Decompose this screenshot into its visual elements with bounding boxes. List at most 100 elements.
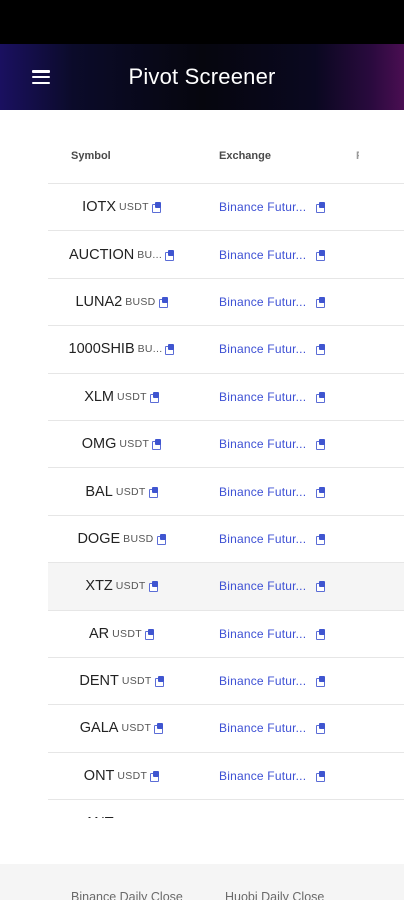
external-link-icon[interactable] [316,628,326,640]
table-row[interactable]: ANTUSDT Binance Futur... [48,800,404,818]
quote-asset: USDT [117,769,148,782]
external-link-icon[interactable] [149,391,160,403]
external-link-icon[interactable] [316,296,326,308]
external-link-icon[interactable] [316,676,326,688]
symbol-cell: BAL USDT [48,468,196,514]
table-row[interactable]: XTZ USDT Binance Futur... [48,563,404,611]
quote-asset: USDT [115,485,146,498]
symbol-cell: ONT USDT [48,753,196,799]
external-link-icon[interactable] [165,249,175,261]
exchange-cell: Binance Futur... [219,753,326,799]
external-link-icon[interactable] [316,391,326,403]
tab-binance-daily-close[interactable]: Binance Daily Close [71,890,183,900]
symbol-cell: OMG USDT [48,421,196,467]
symbol-name: IOTX [82,199,117,216]
status-bar [0,0,404,44]
external-link-icon[interactable] [158,296,169,308]
column-header-exchange[interactable]: Exchange [219,150,271,162]
exchange-cell: Binance Futur... [219,516,326,562]
symbol-name: OMG [81,436,117,453]
table-row[interactable]: DOGE BUSD Binance Futur... [48,516,404,564]
table-row[interactable]: ONT USDT Binance Futur... [48,753,404,801]
exchange-link[interactable]: Binance Futur... [219,769,311,783]
table-row[interactable]: AR USDT Binance Futur... [48,611,404,658]
symbol-cell: IOTX USDT [48,184,196,230]
quote-asset: USDT [117,390,147,403]
symbol-name: DOGE [77,530,121,547]
exchange-cell: Binance Futur... [219,374,326,420]
table-row[interactable]: LUNA2 BUSD Binance Futur... [48,279,404,327]
symbol-name: AUCTION [68,246,135,263]
tab-huobi-daily-close[interactable]: Huobi Daily Close [225,890,324,900]
external-link-icon[interactable] [316,249,326,261]
symbol-cell: DENT USDT [48,658,196,704]
exchange-link[interactable]: Binance Futur... [219,674,311,688]
external-link-icon[interactable] [316,439,326,451]
exchange-cell: Binance Futur... [219,705,326,751]
symbol-cell: LUNA2 BUSD [48,279,196,325]
quote-asset: USDT [117,817,147,818]
external-link-icon[interactable] [150,770,160,782]
table-row[interactable]: OMG USDT Binance Futur... [48,421,404,469]
external-link-icon[interactable] [316,486,326,498]
quote-asset: BU... [137,343,163,356]
exchange-link[interactable]: Binance Futur... [219,437,311,451]
app-bar: Pivot Screener [0,44,404,110]
exchange-link[interactable]: Binance Futur... [219,579,311,593]
external-link-icon[interactable] [316,533,326,545]
exchange-cell: Binance Futur... [219,658,326,704]
symbol-name: BAL [85,483,113,500]
screener-card: Symbol Exchange P IOTXUSDTBinance Futur.… [0,110,404,864]
external-link-icon[interactable] [148,581,159,593]
external-link-icon[interactable] [156,533,167,545]
exchange-cell: Binance Futur... [219,231,326,277]
external-link-icon[interactable] [151,202,162,214]
external-link-icon[interactable] [165,344,175,356]
exchange-link[interactable]: Binance Futur... [219,342,311,356]
external-link-icon[interactable] [152,439,162,451]
symbol-name: ONT [83,767,115,784]
exchange-link[interactable]: Binance Futur... [219,248,311,262]
table-row[interactable]: BAL USDT Binance Futur... [48,468,404,516]
symbol-name: 1000SHIB [68,341,135,358]
table-row[interactable]: AUCTION BU... Binance Futur... [48,231,404,279]
exchange-link[interactable]: Binance Futur... [219,721,311,735]
table-row[interactable]: GALA USDT Binance Futur... [48,705,404,753]
exchange-cell: Binance Futur... [219,421,326,467]
external-link-icon[interactable] [316,344,326,356]
external-link-icon[interactable] [316,202,326,214]
table-row[interactable]: DENT USDT Binance Futur... [48,658,404,706]
external-link-icon[interactable] [316,770,326,782]
exchange-link[interactable]: Binance Futur... [219,295,311,309]
column-header-next[interactable]: P [356,150,359,161]
table-row[interactable]: XLM USDT Binance Futur... [48,374,404,421]
symbol-cell: AR USDT [48,611,196,657]
external-link-icon[interactable] [144,628,155,640]
exchange-link[interactable]: Binance Futur... [219,816,311,818]
column-header-symbol[interactable]: Symbol [71,150,111,162]
quote-asset: BUSD [125,295,156,308]
exchange-link[interactable]: Binance Futur... [219,390,311,404]
symbol-name: AR [89,625,110,642]
external-link-icon[interactable] [154,723,164,735]
exchange-link[interactable]: Binance Futur... [219,532,311,546]
exchange-cell: Binance Futur... [219,563,326,609]
table-row[interactable]: IOTX USDT Binance Futur... [48,184,404,232]
external-link-icon[interactable] [316,581,326,593]
symbol-cell: 1000SHIB BU... [48,326,196,372]
exchange-link[interactable]: Binance Futur... [219,627,311,641]
screener-table[interactable]: Symbol Exchange P IOTXUSDTBinance Futur.… [48,130,404,818]
exchange-link[interactable]: Binance Futur... [219,200,311,214]
exchange-link[interactable]: Binance Futur... [219,485,311,499]
exchange-cell: Binance Futur... [219,468,326,514]
external-link-icon[interactable] [148,486,159,498]
table-row[interactable]: 1000SHIB BU... Binance Futur... [48,326,404,374]
external-link-icon[interactable] [154,676,165,688]
symbol-name: XLM [84,388,115,405]
external-link-icon[interactable] [316,723,326,735]
quote-asset: USDT [119,201,149,214]
bottom-tab-bar: Binance Daily Close Huobi Daily Close [0,864,404,900]
symbol-name: GALA [79,720,119,737]
symbol-name: DENT [79,673,119,690]
exchange-cell: Binance Futur... [219,611,326,657]
